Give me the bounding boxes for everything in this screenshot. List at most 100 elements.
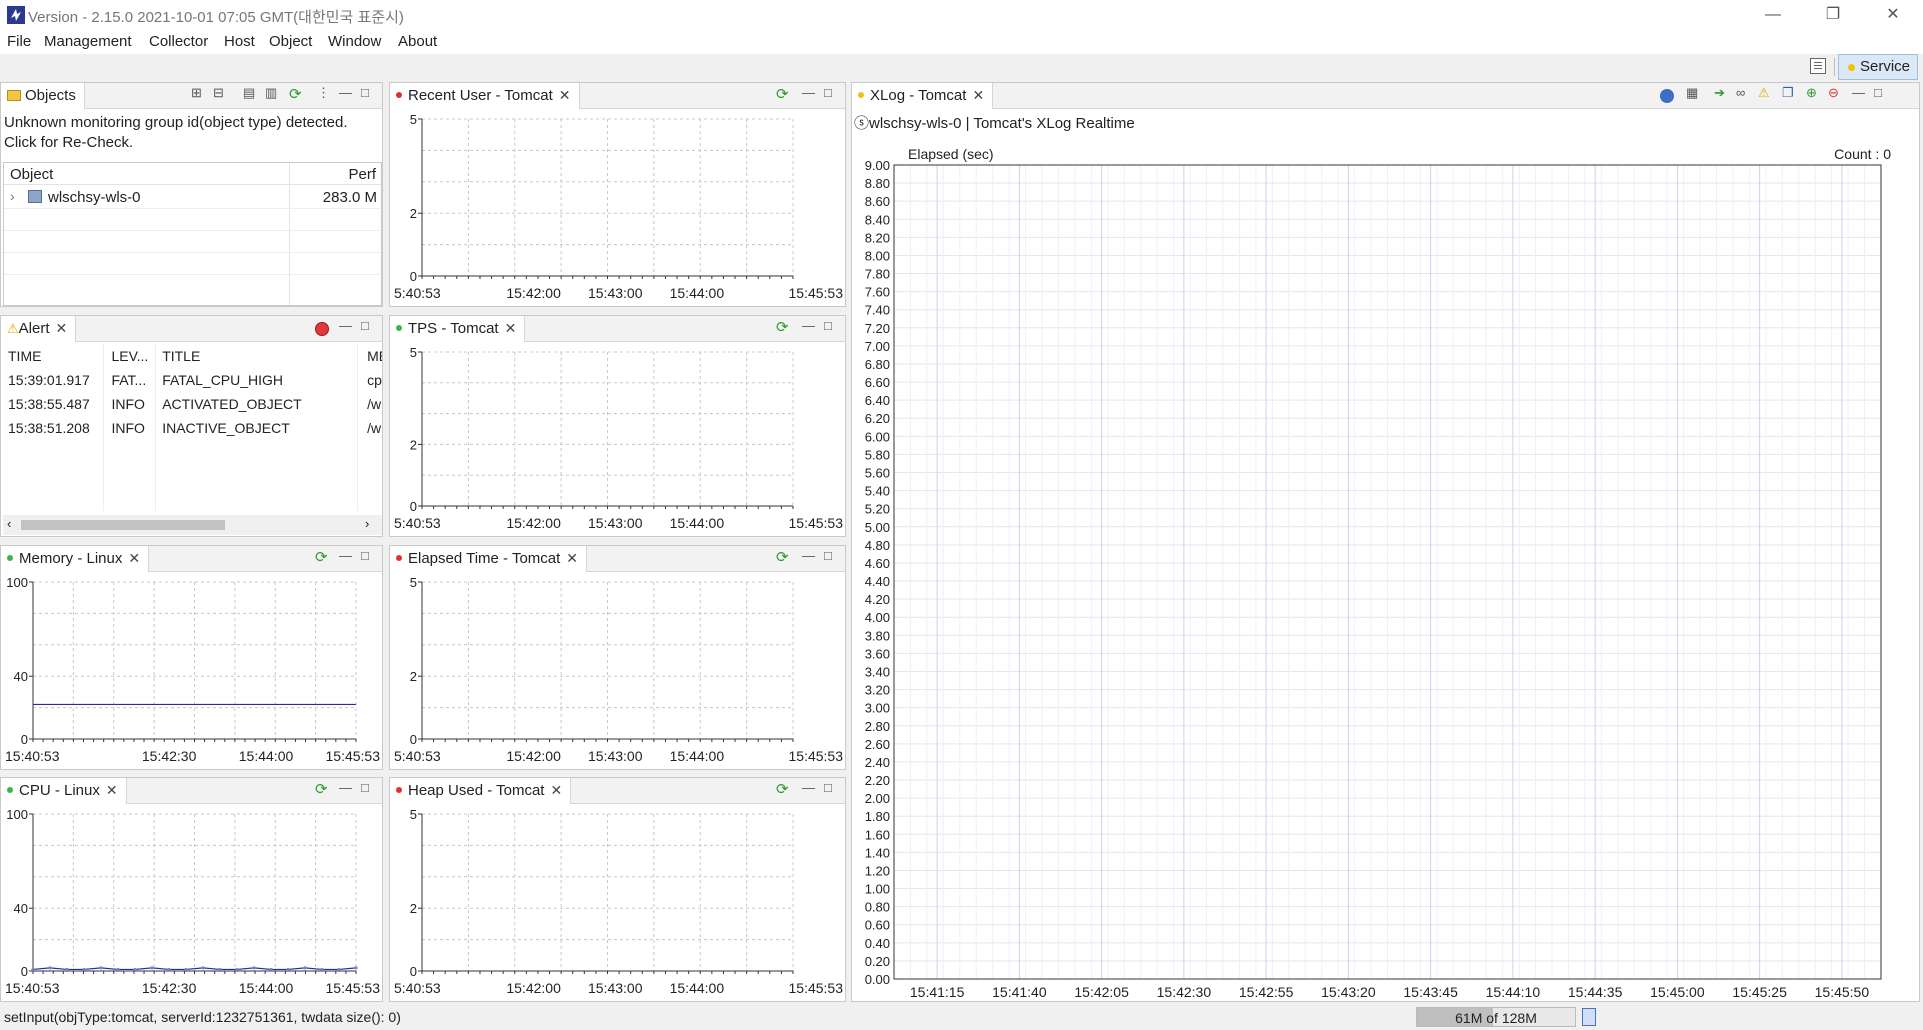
recheck-link[interactable]: Click for Re-Check. bbox=[4, 134, 133, 151]
minimize-view-icon[interactable]: — bbox=[339, 780, 352, 795]
minimize-view-icon[interactable]: — bbox=[339, 548, 352, 563]
tab-xlog[interactable]: XLog - Tomcat ✕ bbox=[852, 83, 994, 109]
garbage-collect-icon[interactable] bbox=[1582, 1008, 1596, 1026]
x-tick-label: 15:42:30 bbox=[1157, 984, 1212, 1000]
menu-about[interactable]: About bbox=[398, 33, 437, 50]
horizontal-scrollbar[interactable]: ‹ › bbox=[3, 515, 382, 535]
minimize-view-icon[interactable]: — bbox=[802, 85, 815, 100]
column-message[interactable]: ME bbox=[362, 343, 382, 368]
tab-recent-user[interactable]: Recent User - Tomcat ✕ bbox=[390, 83, 580, 109]
server-icon[interactable]: ▤ bbox=[243, 85, 255, 101]
restore-button[interactable]: ❐ bbox=[1803, 0, 1863, 30]
close-tab-icon[interactable]: ✕ bbox=[566, 550, 578, 566]
minimize-view-icon[interactable]: — bbox=[1852, 85, 1865, 100]
cpu-chart: 0 40 100 15:40:53 15:42:30 15:44:00 15:45:53 bbox=[5, 807, 380, 996]
window-title: Version - 2.15.0 2021-10-01 07:05 GMT(대한… bbox=[28, 9, 404, 26]
close-tab-icon[interactable]: ✕ bbox=[505, 320, 517, 336]
menu-object[interactable]: Object bbox=[269, 33, 312, 50]
warning-icon[interactable]: ⚠ bbox=[1758, 85, 1770, 101]
zoom-out-icon[interactable]: ⊖ bbox=[1828, 85, 1839, 101]
tab-alert[interactable]: ⚠Alert ✕ bbox=[1, 316, 77, 342]
tab-elapsed[interactable]: Elapsed Time - Tomcat ✕ bbox=[390, 546, 588, 572]
minimize-view-icon[interactable]: — bbox=[802, 318, 815, 333]
alert-level: INFO bbox=[111, 396, 145, 412]
close-button[interactable]: ✕ bbox=[1863, 0, 1923, 30]
maximize-view-icon[interactable]: □ bbox=[361, 318, 369, 333]
view-menu-icon[interactable]: ⋮ bbox=[317, 85, 330, 101]
y-tick-label: 5.40 bbox=[865, 484, 890, 499]
refresh-icon[interactable]: ⟳ bbox=[289, 87, 305, 102]
close-tab-icon[interactable]: ✕ bbox=[56, 320, 68, 336]
maximize-view-icon[interactable]: □ bbox=[1874, 85, 1882, 100]
refresh-icon[interactable]: ⟳ bbox=[776, 87, 792, 102]
maximize-view-icon[interactable]: □ bbox=[361, 85, 369, 100]
expand-chevron-icon[interactable]: › bbox=[10, 188, 15, 204]
maximize-view-icon[interactable]: □ bbox=[824, 780, 832, 795]
tab-cpu[interactable]: CPU - Linux ✕ bbox=[1, 778, 127, 804]
minimize-view-icon[interactable]: — bbox=[339, 85, 352, 100]
alert-title: INACTIVE_OBJECT bbox=[162, 420, 290, 436]
minimize-view-icon[interactable]: — bbox=[802, 548, 815, 563]
maximize-view-icon[interactable]: □ bbox=[361, 780, 369, 795]
scroll-left-icon[interactable]: ‹ bbox=[7, 516, 11, 531]
close-tab-icon[interactable]: ✕ bbox=[559, 87, 571, 103]
x-tick-label: 15:40:53 bbox=[5, 980, 60, 996]
refresh-icon[interactable]: ⟳ bbox=[776, 782, 792, 797]
object-row[interactable]: › wlschsy-wls-0 283.0 M bbox=[4, 186, 381, 208]
tab-tps[interactable]: TPS - Tomcat ✕ bbox=[390, 316, 526, 342]
tab-objects[interactable]: Objects bbox=[1, 83, 85, 109]
minimize-button[interactable]: — bbox=[1743, 0, 1803, 30]
scrollbar-thumb[interactable] bbox=[21, 520, 225, 530]
tab-memory[interactable]: Memory - Linux ✕ bbox=[1, 546, 150, 572]
scroll-right-icon[interactable]: › bbox=[365, 516, 369, 531]
alert-row[interactable]: 15:38:51.208 INFO INACTIVE_OBJECT /wl bbox=[3, 416, 382, 440]
column-object[interactable]: Object bbox=[10, 166, 53, 183]
perspective-service-button[interactable]: Service bbox=[1838, 54, 1918, 80]
copy-icon[interactable]: ❐ bbox=[1782, 85, 1794, 101]
help-icon[interactable] bbox=[1660, 89, 1674, 103]
expand-all-icon[interactable]: ⊞ bbox=[191, 85, 202, 101]
menu-host[interactable]: Host bbox=[224, 33, 255, 50]
minimize-view-icon[interactable]: — bbox=[802, 780, 815, 795]
unknown-group-warning[interactable]: Unknown monitoring group id(object type)… bbox=[4, 114, 348, 131]
clear-alerts-icon[interactable] bbox=[315, 322, 329, 336]
zoom-in-icon[interactable]: ⊕ bbox=[1806, 85, 1817, 101]
tab-heap[interactable]: Heap Used - Tomcat ✕ bbox=[390, 778, 572, 804]
column-level[interactable]: LEV... bbox=[106, 343, 157, 368]
menu-file[interactable]: File bbox=[7, 33, 31, 50]
refresh-icon[interactable]: ⟳ bbox=[776, 550, 792, 565]
filter-icon[interactable]: ▦ bbox=[1686, 85, 1698, 101]
refresh-icon[interactable]: ⟳ bbox=[315, 550, 331, 565]
column-time[interactable]: TIME bbox=[3, 343, 106, 368]
heap-status[interactable]: 61M of 128M bbox=[1416, 1007, 1576, 1027]
alert-message: /wl bbox=[367, 420, 382, 436]
xlog-subtitle: ⓢwlschsy-wls-0 | Tomcat's XLog Realtime bbox=[854, 115, 1135, 132]
refresh-icon[interactable]: ⟳ bbox=[776, 320, 792, 335]
refresh-icon[interactable]: ⟳ bbox=[315, 782, 331, 797]
minimize-view-icon[interactable]: — bbox=[339, 318, 352, 333]
link-icon[interactable]: ∞ bbox=[1736, 85, 1745, 100]
x-tick-label: 15:45:25 bbox=[1732, 984, 1787, 1000]
close-tab-icon[interactable]: ✕ bbox=[972, 87, 984, 103]
alert-row[interactable]: 15:38:55.487 INFO ACTIVATED_OBJECT /wl bbox=[3, 392, 382, 416]
close-tab-icon[interactable]: ✕ bbox=[550, 782, 562, 798]
maximize-view-icon[interactable]: □ bbox=[824, 548, 832, 563]
close-tab-icon[interactable]: ✕ bbox=[128, 550, 140, 566]
close-tab-icon[interactable]: ✕ bbox=[106, 782, 118, 798]
config-icon[interactable]: ▥ bbox=[265, 85, 277, 101]
recent-user-view: Recent User - Tomcat ✕ ⟳ — □ 0 2 5 5:40:53 15… bbox=[389, 82, 846, 307]
column-perf[interactable]: Perf bbox=[291, 166, 376, 183]
x-tick-label: 15:42:00 bbox=[506, 515, 561, 531]
menu-window[interactable]: Window bbox=[328, 33, 381, 50]
maximize-view-icon[interactable]: □ bbox=[824, 85, 832, 100]
open-perspective-icon[interactable] bbox=[1810, 58, 1826, 74]
menu-collector[interactable]: Collector bbox=[149, 33, 208, 50]
maximize-view-icon[interactable]: □ bbox=[824, 318, 832, 333]
alert-row[interactable]: 15:39:01.917 FAT... FATAL_CPU_HIGH cpu bbox=[3, 368, 382, 392]
maximize-view-icon[interactable]: □ bbox=[361, 548, 369, 563]
objects-folder-icon bbox=[7, 90, 21, 101]
menu-management[interactable]: Management bbox=[44, 33, 132, 50]
column-title[interactable]: TITLE bbox=[157, 343, 362, 368]
collapse-all-icon[interactable]: ⊟ bbox=[213, 85, 224, 101]
load-icon[interactable]: ➔ bbox=[1714, 85, 1725, 101]
